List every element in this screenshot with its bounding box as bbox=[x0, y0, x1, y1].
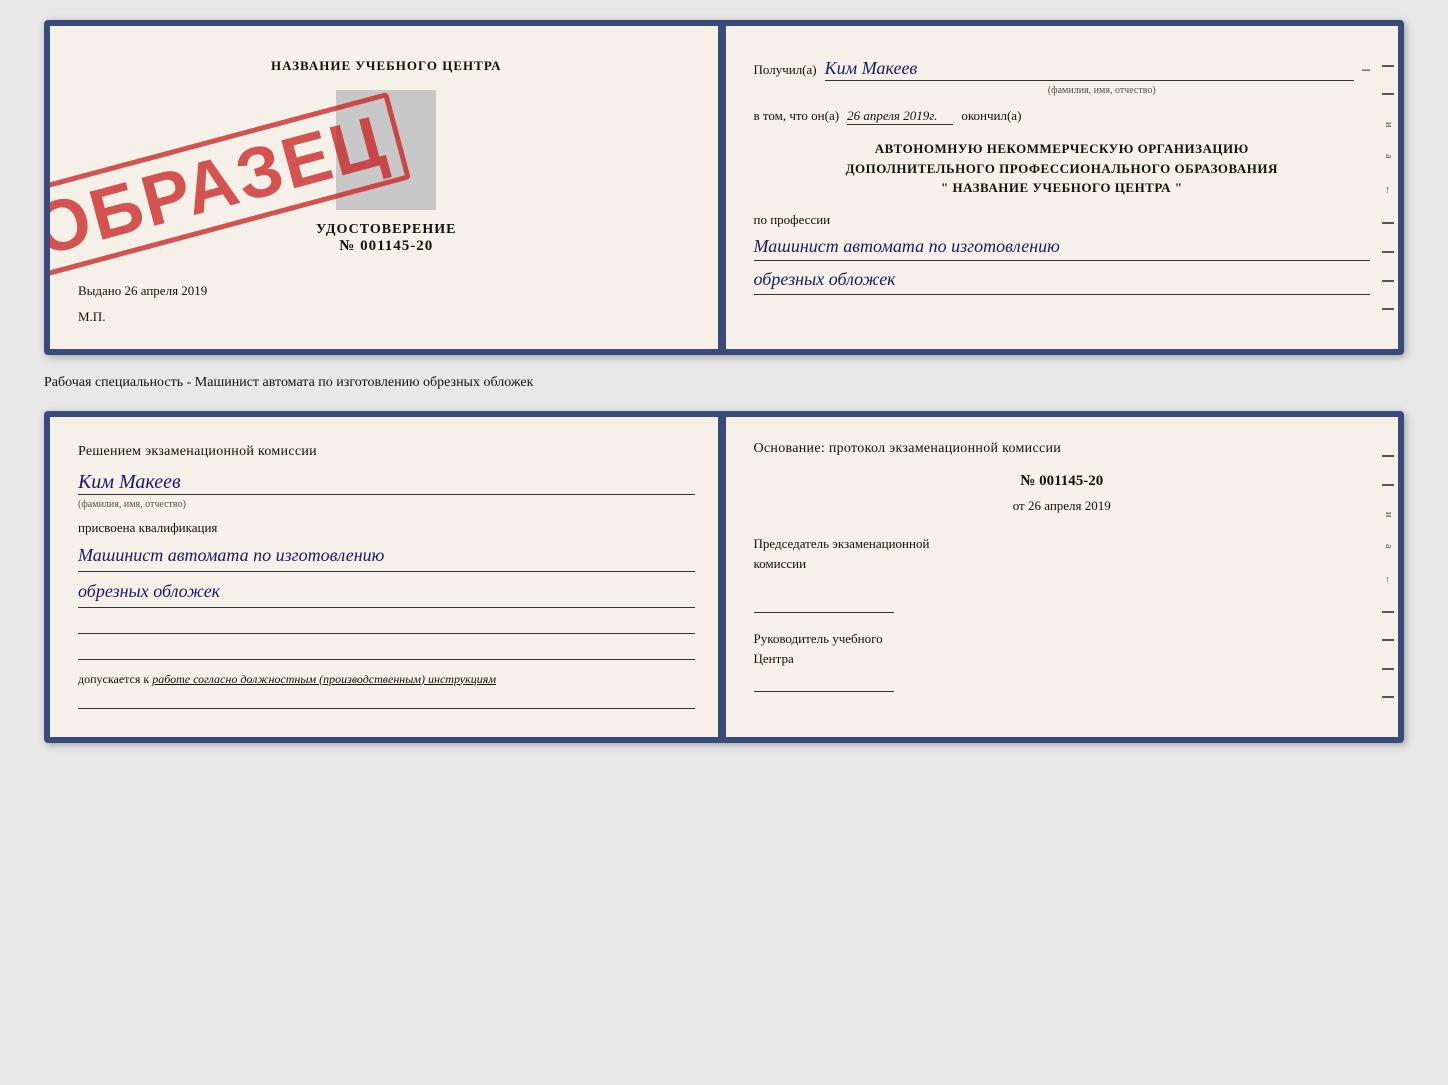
b-edge-dash-6 bbox=[1382, 696, 1394, 698]
bottom-document: Решением экзаменационной комиссии Ким Ма… bbox=[44, 411, 1404, 743]
school-name-top: НАЗВАНИЕ УЧЕБНОГО ЦЕНТРА bbox=[78, 58, 695, 74]
org-line3: " НАЗВАНИЕ УЧЕБНОГО ЦЕНТРА " bbox=[754, 178, 1371, 198]
rukovoditel-sign-line bbox=[754, 672, 894, 692]
kvalif-line1: Машинист автомата по изготовлению bbox=[78, 540, 695, 572]
poluchil-line: Получил(а) Ким Макеев – bbox=[754, 58, 1371, 81]
separator-text: Рабочая специальность - Машинист автомат… bbox=[44, 371, 1404, 395]
edge-letter-i: и bbox=[1382, 122, 1394, 127]
top-document: НАЗВАНИЕ УЧЕБНОГО ЦЕНТРА УДОСТОВЕРЕНИЕ №… bbox=[44, 20, 1404, 355]
org-block: АВТОНОМНУЮ НЕКОММЕРЧЕСКУЮ ОРГАНИЗАЦИЮ ДО… bbox=[754, 139, 1371, 198]
b-edge-dash-5 bbox=[1382, 668, 1394, 670]
org-line1: АВТОНОМНУЮ НЕКОММЕРЧЕСКУЮ ОРГАНИЗАЦИЮ bbox=[754, 139, 1371, 159]
b-edge-dash-3 bbox=[1382, 611, 1394, 613]
b-edge-letter-arrow: ← bbox=[1382, 575, 1394, 585]
b-edge-dash-4 bbox=[1382, 639, 1394, 641]
bottom-right-edge-marks: и а ← bbox=[1382, 417, 1394, 737]
b-edge-dash-2 bbox=[1382, 484, 1394, 486]
b-edge-dash-1 bbox=[1382, 455, 1394, 457]
poluchil-label: Получил(а) bbox=[754, 62, 817, 78]
certificate-number-top: № 001145-20 bbox=[78, 238, 695, 255]
dash-poluchil: – bbox=[1362, 61, 1370, 79]
udostoverenie-block: УДОСТОВЕРЕНИЕ № 001145-20 bbox=[78, 222, 695, 255]
fio-subtitle-top: (фамилия, имя, отчество) bbox=[834, 85, 1371, 96]
edge-dash-1 bbox=[1382, 65, 1394, 67]
mp-label: М.П. bbox=[78, 309, 695, 325]
okonchil-label: окончил(а) bbox=[961, 108, 1021, 124]
predsedatel-sign-line bbox=[754, 593, 894, 613]
blank-line-1 bbox=[78, 612, 695, 634]
vtom-date: 26 апреля 2019г. bbox=[847, 108, 953, 125]
fio-subtitle-bottom: (фамилия, имя, отчество) bbox=[78, 499, 695, 510]
vtom-label: в том, что он(а) bbox=[754, 108, 840, 124]
vydano-date: 26 апреля 2019 bbox=[125, 283, 208, 298]
dopuskaetsya-cursive: работе согласно должностным (производств… bbox=[152, 672, 496, 686]
org-line2: ДОПОЛНИТЕЛЬНОГО ПРОФЕССИОНАЛЬНОГО ОБРАЗО… bbox=[754, 159, 1371, 179]
edge-dash-3 bbox=[1382, 222, 1394, 224]
vydano-line: Выдано 26 апреля 2019 bbox=[78, 283, 695, 299]
professiya-line1: Машинист автомата по изготовлению bbox=[754, 232, 1371, 262]
blank-line-3 bbox=[78, 687, 695, 709]
ot-label: от bbox=[1013, 498, 1025, 513]
ot-date-value: 26 апреля 2019 bbox=[1028, 498, 1111, 513]
vtom-line: в том, что он(а) 26 апреля 2019г. окончи… bbox=[754, 108, 1371, 125]
obrazets-stamp: ОБРАЗЕЦ bbox=[59, 56, 362, 316]
dopuskaetsya-block: допускается к работе согласно должностны… bbox=[78, 672, 695, 687]
edge-letter-arrow: ← bbox=[1382, 185, 1394, 195]
edge-letter-a: а bbox=[1382, 154, 1394, 158]
right-edge-marks: и а ← bbox=[1382, 26, 1394, 349]
top-doc-left: НАЗВАНИЕ УЧЕБНОГО ЦЕНТРА УДОСТОВЕРЕНИЕ №… bbox=[50, 26, 726, 349]
photo-placeholder bbox=[336, 90, 436, 210]
professiya-line2: обрезных обложек bbox=[754, 265, 1371, 295]
edge-dash-4 bbox=[1382, 251, 1394, 253]
b-edge-letter-i: и bbox=[1382, 512, 1394, 517]
edge-dash-6 bbox=[1382, 308, 1394, 310]
prisvoena-label: присвоена квалификация bbox=[78, 520, 695, 536]
po-professii-label: по профессии bbox=[754, 212, 1371, 228]
osnovanie-label: Основание: протокол экзаменационной коми… bbox=[754, 441, 1371, 457]
kvalif-line2: обрезных обложек bbox=[78, 576, 695, 608]
protocol-num: № 001145-20 bbox=[754, 473, 1371, 490]
edge-dash-2 bbox=[1382, 93, 1394, 95]
udostoverenie-label: УДОСТОВЕРЕНИЕ bbox=[78, 222, 695, 238]
bottom-recipient-name: Ким Макеев bbox=[78, 471, 695, 495]
top-doc-right: Получил(а) Ким Макеев – (фамилия, имя, о… bbox=[726, 26, 1399, 349]
bottom-doc-left: Решением экзаменационной комиссии Ким Ма… bbox=[50, 417, 726, 737]
dopuskaetsya-label: допускается к bbox=[78, 672, 149, 686]
vydano-label: Выдано bbox=[78, 283, 121, 298]
predsedatel-label: Председатель экзаменационной комиссии bbox=[754, 534, 1371, 573]
recipient-name: Ким Макеев bbox=[825, 58, 1354, 81]
blank-line-2 bbox=[78, 638, 695, 660]
b-edge-letter-a: а bbox=[1382, 544, 1394, 548]
ot-date-block: от 26 апреля 2019 bbox=[754, 498, 1371, 514]
edge-dash-5 bbox=[1382, 280, 1394, 282]
rukovoditel-label: Руководитель учебного Центра bbox=[754, 629, 1371, 668]
bottom-doc-right: Основание: протокол экзаменационной коми… bbox=[726, 417, 1399, 737]
resheniem-label: Решением экзаменационной комиссии bbox=[78, 441, 695, 463]
